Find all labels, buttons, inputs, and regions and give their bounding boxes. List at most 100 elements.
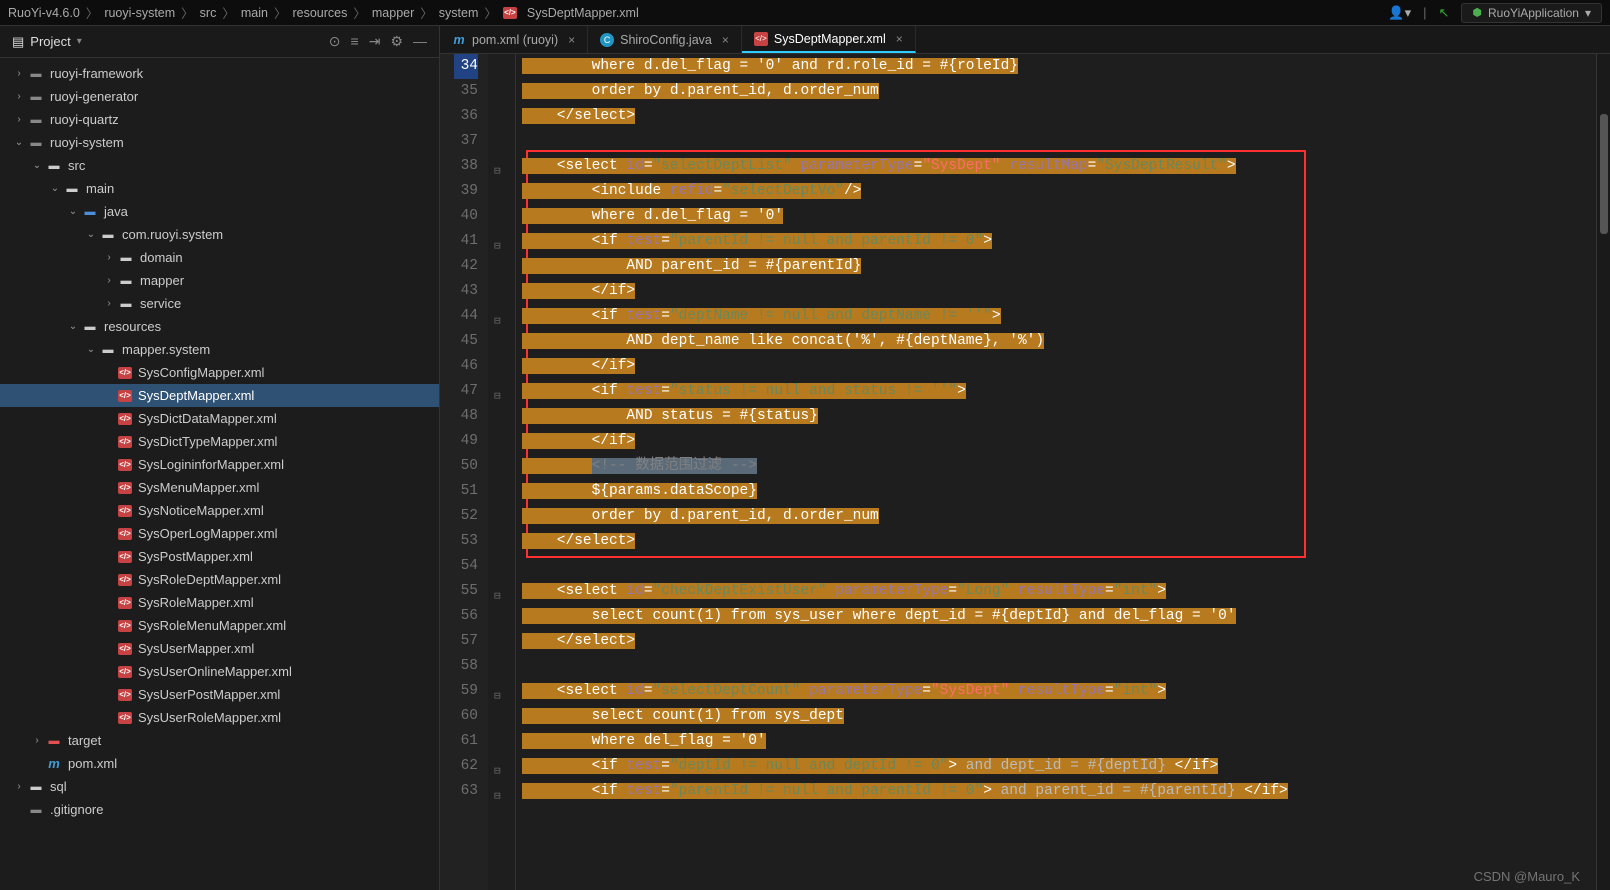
code-line[interactable]: <if test="deptId != null and deptId != 0…: [522, 754, 1596, 779]
code-content[interactable]: where d.del_flag = '0' and rd.role_id = …: [516, 54, 1596, 890]
dropdown-arrow-icon[interactable]: ▾: [77, 36, 82, 47]
tree-item[interactable]: ▬target: [0, 729, 439, 752]
code-line[interactable]: where d.del_flag = '0' and rd.role_id = …: [522, 54, 1596, 79]
editor-tab[interactable]: mpom.xml (ruoyi)×: [440, 26, 588, 53]
code-line[interactable]: AND status = #{status}: [522, 404, 1596, 429]
tree-item[interactable]: </>SysRoleMapper.xml: [0, 591, 439, 614]
line-number[interactable]: 39: [454, 179, 478, 204]
code-line[interactable]: <include refid="selectDeptVo"/>: [522, 179, 1596, 204]
tree-item[interactable]: </>SysLogininforMapper.xml: [0, 453, 439, 476]
code-line[interactable]: where del_flag = '0': [522, 729, 1596, 754]
line-number[interactable]: 42: [454, 254, 478, 279]
breadcrumb-segment[interactable]: system: [439, 6, 479, 20]
code-line[interactable]: select count(1) from sys_user where dept…: [522, 604, 1596, 629]
tree-item[interactable]: </>SysMenuMapper.xml: [0, 476, 439, 499]
code-line[interactable]: </if>: [522, 429, 1596, 454]
vertical-scrollbar[interactable]: [1596, 54, 1610, 890]
code-line[interactable]: <select id="selectDeptCount" parameterTy…: [522, 679, 1596, 704]
tree-item[interactable]: ▬main: [0, 177, 439, 200]
tree-item[interactable]: ▬.gitignore: [0, 798, 439, 821]
tree-item[interactable]: </>SysDeptMapper.xml: [0, 384, 439, 407]
code-line[interactable]: order by d.parent_id, d.order_num: [522, 504, 1596, 529]
line-number[interactable]: 38←: [454, 154, 478, 179]
code-editor[interactable]: 3435363738←39404142434445464748495051525…: [440, 54, 1610, 890]
fold-handle[interactable]: ⊟: [494, 685, 501, 710]
line-number[interactable]: 43: [454, 279, 478, 304]
line-number[interactable]: 57: [454, 629, 478, 654]
code-line[interactable]: [522, 554, 1596, 579]
expand-icon[interactable]: ≡: [351, 33, 359, 50]
line-number[interactable]: 41: [454, 229, 478, 254]
tree-expand-arrow[interactable]: [102, 275, 116, 286]
tree-item[interactable]: ▬mapper: [0, 269, 439, 292]
tree-expand-arrow[interactable]: [102, 252, 116, 263]
line-number[interactable]: 59←: [454, 679, 478, 704]
tree-expand-arrow[interactable]: [102, 298, 116, 309]
tree-expand-arrow[interactable]: [66, 206, 80, 217]
code-line[interactable]: <select id="selectDeptList" parameterTyp…: [522, 154, 1596, 179]
line-number[interactable]: 48: [454, 404, 478, 429]
tree-item[interactable]: </>SysNoticeMapper.xml: [0, 499, 439, 522]
tree-item[interactable]: ▬sql: [0, 775, 439, 798]
breadcrumb-segment[interactable]: main: [241, 6, 268, 20]
code-line[interactable]: <select id="checkDeptExistUser" paramete…: [522, 579, 1596, 604]
breadcrumb-segment[interactable]: mapper: [372, 6, 414, 20]
code-line[interactable]: AND parent_id = #{parentId}: [522, 254, 1596, 279]
line-number[interactable]: 46: [454, 354, 478, 379]
code-line[interactable]: select count(1) from sys_dept: [522, 704, 1596, 729]
line-number[interactable]: 55←: [454, 579, 478, 604]
close-tab-icon[interactable]: ×: [896, 32, 903, 46]
tree-item[interactable]: ▬java: [0, 200, 439, 223]
line-number[interactable]: 35: [454, 79, 478, 104]
line-number[interactable]: 51: [454, 479, 478, 504]
code-line[interactable]: </select>: [522, 104, 1596, 129]
breadcrumb-segment[interactable]: src: [200, 6, 217, 20]
collapse-icon[interactable]: ⇥: [369, 33, 381, 50]
breadcrumb-segment[interactable]: RuoYi-v4.6.0: [8, 6, 80, 20]
fold-handle[interactable]: ⊟: [494, 385, 501, 410]
line-number-gutter[interactable]: 3435363738←39404142434445464748495051525…: [440, 54, 488, 890]
project-tool-header[interactable]: ▤ Project ▾ ⊙ ≡ ⇥ ⚙ —: [0, 26, 439, 58]
breadcrumb[interactable]: RuoYi-v4.6.0〉ruoyi-system〉src〉main〉resou…: [8, 3, 639, 22]
tree-expand-arrow[interactable]: [84, 344, 98, 355]
tree-expand-arrow[interactable]: [66, 321, 80, 332]
code-line[interactable]: <if test="parentId != null and parentId …: [522, 779, 1596, 804]
line-number[interactable]: 50: [454, 454, 478, 479]
close-tab-icon[interactable]: ×: [568, 33, 575, 47]
line-number[interactable]: 62: [454, 754, 478, 779]
fold-column[interactable]: ⊟⊟⊟⊟⊟⊟⊟⊟: [488, 54, 516, 890]
line-number[interactable]: 40: [454, 204, 478, 229]
gear-icon[interactable]: ⚙: [390, 33, 403, 50]
tree-expand-arrow[interactable]: [12, 781, 26, 792]
code-line[interactable]: <!-- 数据范围过滤 -->: [522, 454, 1596, 479]
close-tab-icon[interactable]: ×: [722, 33, 729, 47]
tree-item[interactable]: ▬ruoyi-generator: [0, 85, 439, 108]
line-number[interactable]: 36: [454, 104, 478, 129]
code-line[interactable]: [522, 654, 1596, 679]
code-line[interactable]: </select>: [522, 529, 1596, 554]
code-line[interactable]: <if test="status != null and status != '…: [522, 379, 1596, 404]
code-line[interactable]: ${params.dataScope}: [522, 479, 1596, 504]
tree-item[interactable]: </>SysDictDataMapper.xml: [0, 407, 439, 430]
line-number[interactable]: 45: [454, 329, 478, 354]
project-tree[interactable]: ▬ruoyi-framework▬ruoyi-generator▬ruoyi-q…: [0, 58, 439, 890]
tree-item[interactable]: ▬resources: [0, 315, 439, 338]
breadcrumb-segment[interactable]: SysDeptMapper.xml: [527, 6, 639, 20]
line-number[interactable]: 58: [454, 654, 478, 679]
fold-handle[interactable]: ⊟: [494, 310, 501, 335]
line-number[interactable]: 37: [454, 129, 478, 154]
tree-item[interactable]: ▬ruoyi-quartz: [0, 108, 439, 131]
code-line[interactable]: <if test="parentId != null and parentId …: [522, 229, 1596, 254]
tree-expand-arrow[interactable]: [48, 183, 62, 194]
code-line[interactable]: </if>: [522, 354, 1596, 379]
line-number[interactable]: 52: [454, 504, 478, 529]
fold-handle[interactable]: ⊟: [494, 160, 501, 185]
tree-item[interactable]: </>SysRoleDeptMapper.xml: [0, 568, 439, 591]
locate-icon[interactable]: ⊙: [329, 33, 341, 50]
code-line[interactable]: </if>: [522, 279, 1596, 304]
code-line[interactable]: AND dept_name like concat('%', #{deptNam…: [522, 329, 1596, 354]
hide-icon[interactable]: —: [413, 33, 427, 50]
tree-item[interactable]: </>SysOperLogMapper.xml: [0, 522, 439, 545]
code-line[interactable]: where d.del_flag = '0': [522, 204, 1596, 229]
line-number[interactable]: 44: [454, 304, 478, 329]
